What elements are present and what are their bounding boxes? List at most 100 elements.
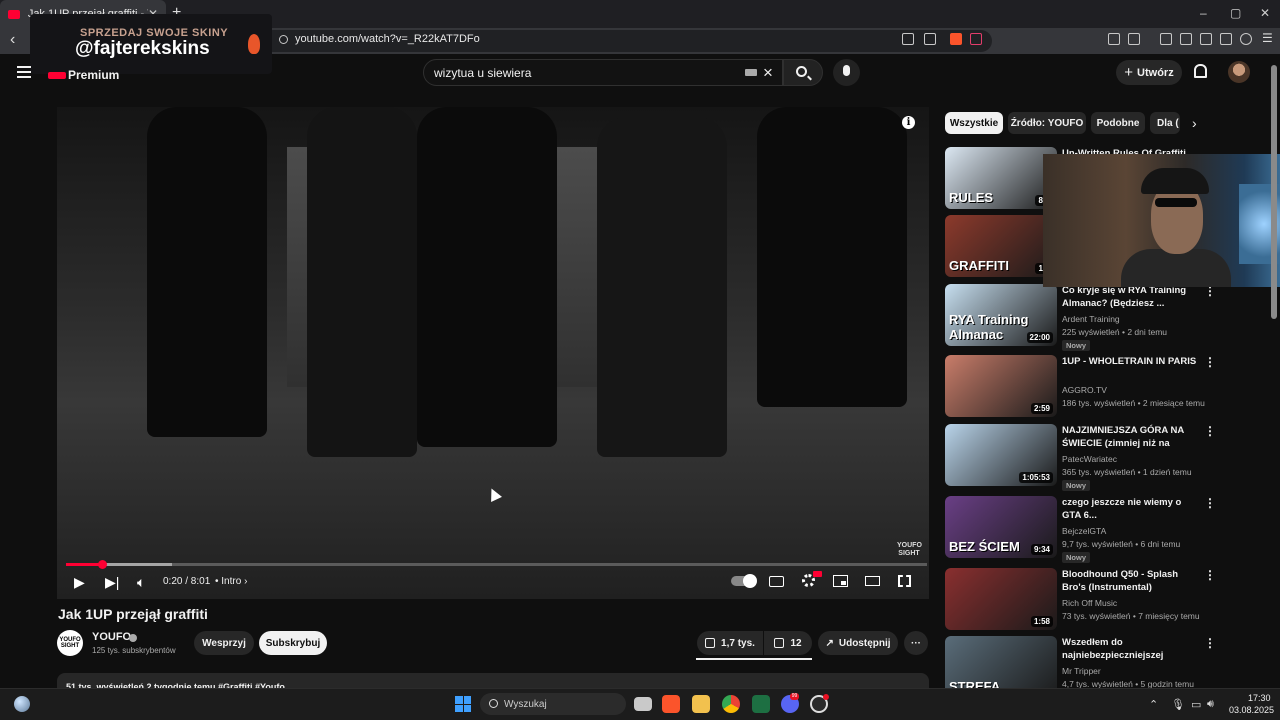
speaker-icon[interactable]: 🔊︎ bbox=[1207, 698, 1214, 711]
leo-ai-icon[interactable] bbox=[1220, 33, 1232, 45]
start-button[interactable] bbox=[455, 696, 471, 712]
vpn-icon[interactable] bbox=[1240, 33, 1252, 45]
clock-time[interactable]: 17:30 bbox=[1248, 693, 1271, 703]
microphone-icon[interactable] bbox=[843, 65, 850, 76]
chip-related[interactable]: Podobne bbox=[1091, 112, 1145, 134]
sidebar-icon[interactable] bbox=[1180, 33, 1192, 45]
close-window-button[interactable]: ✕ bbox=[1260, 6, 1270, 20]
rec-channel[interactable]: Mr Tripper bbox=[1062, 666, 1101, 676]
youtube-premium-logo[interactable]: Premium bbox=[68, 68, 119, 82]
youtube-logo-icon[interactable] bbox=[48, 72, 66, 79]
file-explorer-icon[interactable] bbox=[692, 695, 710, 713]
fullscreen-icon[interactable] bbox=[898, 575, 911, 587]
thumbs-down-icon bbox=[774, 638, 785, 648]
notifications-bell-icon[interactable] bbox=[1194, 64, 1207, 78]
more-actions-button[interactable]: ··· bbox=[904, 631, 928, 655]
volume-icon[interactable]: 🔈︎ bbox=[137, 574, 145, 591]
rec-more-icon[interactable]: ⋮ bbox=[1204, 355, 1216, 369]
chevron-up-icon[interactable]: ⌃ bbox=[1149, 698, 1158, 711]
chapter-title[interactable]: • Intro › bbox=[215, 576, 247, 587]
time-display: 0:20 / 8:01 bbox=[163, 576, 211, 587]
rec-thumbnail[interactable]: 1:05:53 bbox=[945, 424, 1057, 486]
task-view-icon[interactable] bbox=[634, 697, 652, 711]
create-button[interactable]: + Utwórz bbox=[1116, 60, 1182, 85]
rec-thumbnail[interactable]: 2:59 bbox=[945, 355, 1057, 417]
brave-browser-icon[interactable] bbox=[662, 695, 680, 713]
back-button[interactable]: ‹ bbox=[10, 31, 15, 49]
rec-thumbnail[interactable]: GRAFFITI15: bbox=[945, 215, 1057, 277]
screenshot-icon[interactable] bbox=[1128, 33, 1140, 45]
rec-channel[interactable]: Rich Off Music bbox=[1062, 598, 1117, 608]
play-icon[interactable]: ▶ bbox=[74, 574, 85, 591]
rec-title[interactable]: NAJZIMNIEJSZA GÓRA NA ŚWIECIE (zimniej n… bbox=[1062, 424, 1200, 450]
taskbar-search-placeholder[interactable]: Wyszukaj bbox=[504, 699, 547, 710]
rec-thumbnail[interactable]: RULES8:1 bbox=[945, 147, 1057, 209]
rec-channel[interactable]: PatecWariatec bbox=[1062, 454, 1117, 464]
subscribe-button[interactable]: Subskrybuj bbox=[259, 631, 327, 655]
weather-widget-icon[interactable] bbox=[14, 696, 30, 712]
theater-mode-icon[interactable] bbox=[865, 576, 880, 586]
chevron-right-icon[interactable]: › bbox=[1192, 115, 1197, 131]
dislike-button[interactable]: 12 bbox=[764, 631, 812, 655]
minimize-button[interactable]: – bbox=[1200, 6, 1207, 20]
channel-name[interactable]: YOUFO bbox=[92, 631, 131, 643]
rec-title[interactable]: 1UP - WHOLETRAIN IN PARIS bbox=[1062, 355, 1200, 368]
thumbs-up-icon bbox=[705, 638, 716, 648]
rec-title[interactable]: Wszedłem do najniebezpieczniejszej dziel… bbox=[1062, 636, 1200, 662]
keyboard-icon[interactable] bbox=[745, 69, 757, 76]
rec-title[interactable]: czego jeszcze nie wiemy o GTA 6... bbox=[1062, 496, 1200, 522]
channel-avatar[interactable]: YOUFO SIGHT bbox=[57, 630, 83, 656]
clear-search-icon[interactable]: × bbox=[763, 63, 773, 83]
user-avatar[interactable] bbox=[1228, 61, 1250, 83]
share-button[interactable]: ↗ Udostępnij bbox=[818, 631, 898, 655]
rec-title[interactable]: Co kryje się w RYA Training Almanac? (Bę… bbox=[1062, 284, 1200, 310]
rec-channel[interactable]: Ardent Training bbox=[1062, 314, 1120, 324]
search-icon[interactable] bbox=[796, 66, 807, 77]
share-page-icon[interactable] bbox=[924, 33, 936, 45]
rec-more-icon[interactable]: ⋮ bbox=[1204, 496, 1216, 510]
chip-for-you[interactable]: Dla ( bbox=[1150, 112, 1180, 134]
obs-recording-dot bbox=[823, 694, 829, 700]
rec-duration: 2:59 bbox=[1030, 403, 1053, 414]
media-icon[interactable] bbox=[1160, 33, 1172, 45]
rec-more-icon[interactable]: ⋮ bbox=[1204, 424, 1216, 438]
chip-all[interactable]: Wszystkie bbox=[945, 112, 1003, 134]
brave-rewards-icon[interactable] bbox=[970, 33, 982, 45]
clock-date[interactable]: 03.08.2025 bbox=[1229, 705, 1274, 715]
browser-menu-icon[interactable]: ☰ bbox=[1262, 31, 1273, 45]
chrome-icon[interactable] bbox=[722, 695, 740, 713]
brave-shields-icon[interactable] bbox=[950, 33, 962, 45]
excel-icon[interactable] bbox=[752, 695, 770, 713]
rec-thumbnail[interactable]: BEZ ŚCIEM 9:34 bbox=[945, 496, 1057, 558]
microphone-tray-icon[interactable]: 🎙︎ bbox=[1171, 698, 1185, 711]
subtitles-icon[interactable] bbox=[769, 576, 784, 587]
like-button[interactable]: 1,7 tys. bbox=[697, 631, 763, 655]
chip-from-youfo[interactable]: Źródło: YOUFO bbox=[1008, 112, 1086, 134]
autoplay-toggle[interactable] bbox=[731, 574, 757, 588]
maximize-button[interactable]: ▢ bbox=[1230, 6, 1241, 20]
webcam-person-body bbox=[1121, 249, 1231, 287]
rec-channel[interactable]: BejczelGTA bbox=[1062, 526, 1106, 536]
info-icon[interactable]: i bbox=[902, 116, 915, 129]
taskbar-search[interactable] bbox=[480, 693, 626, 715]
page-scrollbar[interactable] bbox=[1271, 65, 1277, 319]
search-input[interactable]: wizytua u siewiera bbox=[434, 66, 531, 80]
rec-thumbnail[interactable]: RYA Training Almanac 22:00 bbox=[945, 284, 1057, 346]
site-info-icon[interactable] bbox=[279, 35, 288, 44]
video-player[interactable] bbox=[57, 107, 929, 599]
cast-icon[interactable] bbox=[902, 33, 914, 45]
url-text[interactable]: youtube.com/watch?v=_R22kAT7DFo bbox=[295, 33, 480, 45]
progress-bar[interactable] bbox=[66, 563, 927, 566]
rec-thumbnail[interactable]: 1:58 bbox=[945, 568, 1057, 630]
extensions-icon[interactable] bbox=[1108, 33, 1120, 45]
next-video-icon[interactable]: ▶| bbox=[105, 574, 119, 591]
rec-more-icon[interactable]: ⋮ bbox=[1204, 636, 1216, 650]
rec-title[interactable]: Bloodhound Q50 - Splash Bro's (Instrumen… bbox=[1062, 568, 1200, 594]
wallet-icon[interactable] bbox=[1200, 33, 1212, 45]
network-icon[interactable]: ▭ bbox=[1191, 698, 1201, 711]
rec-channel[interactable]: AGGRO.TV bbox=[1062, 385, 1107, 395]
support-button[interactable]: Wesprzyj bbox=[194, 631, 254, 655]
hamburger-menu-icon[interactable] bbox=[17, 66, 31, 81]
miniplayer-icon[interactable] bbox=[833, 575, 848, 587]
rec-more-icon[interactable]: ⋮ bbox=[1204, 568, 1216, 582]
